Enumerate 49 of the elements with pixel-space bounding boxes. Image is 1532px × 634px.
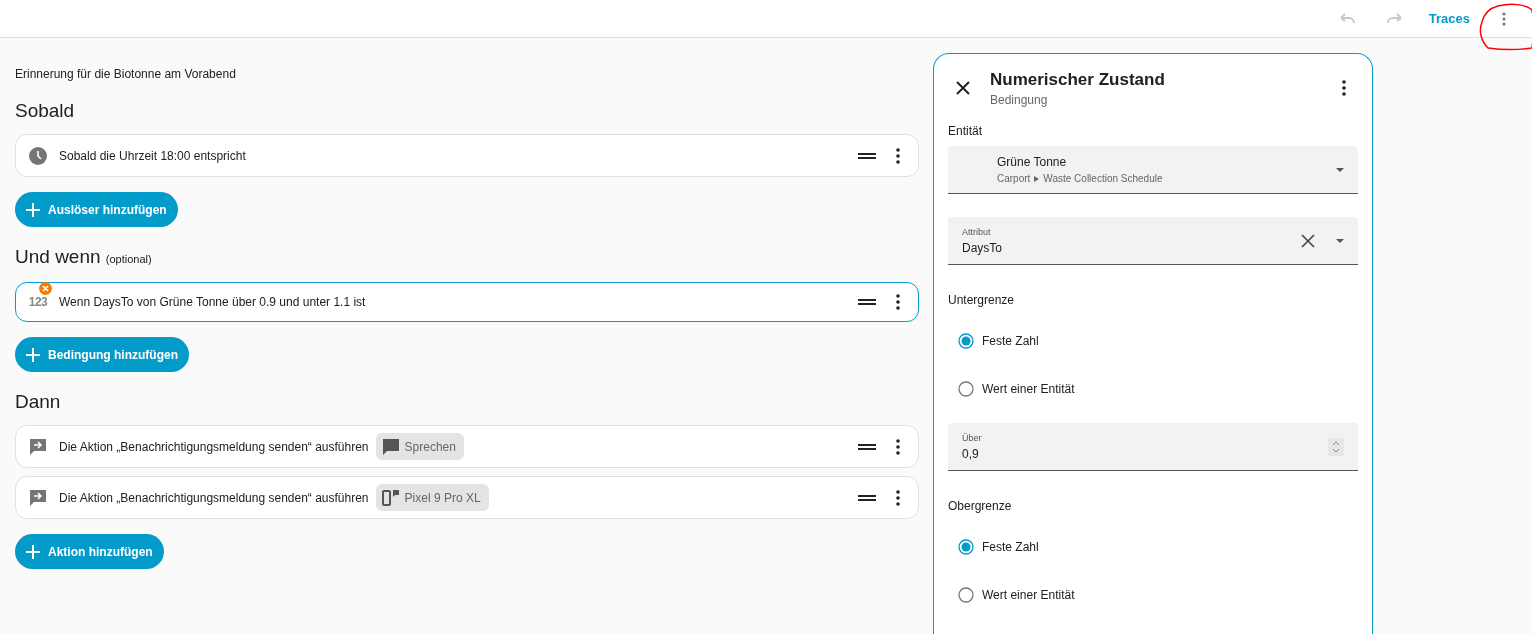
radio-option[interactable]: Feste Zahl	[948, 523, 1358, 571]
row-text: Die Aktion „Benachrichtigungsmeldung senden“ ausführen	[59, 490, 369, 505]
plus-icon	[26, 202, 40, 217]
target-chip: Pixel 9 Pro XL	[375, 484, 489, 511]
plus-icon	[26, 347, 40, 362]
clear-button[interactable]	[1300, 232, 1316, 249]
radio-option[interactable]: Feste Zahl	[948, 317, 1358, 365]
message-arrow-icon	[28, 436, 48, 457]
separator-triangle-icon	[1034, 175, 1040, 182]
clock-icon	[28, 145, 48, 166]
automation-description: Erinnerung für die Biotonne am Vorabend	[15, 67, 237, 81]
section-heading: Sobald	[15, 100, 75, 121]
panel-title: Numerischer Zustand	[990, 69, 1165, 90]
panel-subtitle: Bedingung	[990, 92, 1049, 107]
close-icon	[954, 79, 972, 97]
drag-handle-icon[interactable]	[858, 492, 876, 503]
dropdown-arrow-icon[interactable]	[1336, 166, 1344, 173]
automation-row[interactable]: Sobald die Uhrzeit 18:00 entspricht	[15, 134, 919, 177]
speech-bubble-icon	[380, 436, 401, 457]
section-label: Obergrenze	[948, 499, 1013, 513]
phone-icon	[380, 487, 401, 508]
row-text: Die Aktion „Benachrichtigungsmeldung senden“ ausführen	[59, 439, 369, 454]
drag-handle-icon[interactable]	[858, 297, 876, 307]
row-text: Sobald die Uhrzeit 18:00 entspricht	[59, 148, 246, 163]
automation-row[interactable]: Die Aktion „Benachrichtigungsmeldung senden“ ausführen Sprechen	[15, 425, 919, 468]
attribute-field[interactable]: Attribut DaysTo	[948, 217, 1358, 265]
spinner-button[interactable]	[1328, 437, 1344, 456]
more-menu-icon[interactable]	[1502, 11, 1506, 26]
close-button[interactable]	[954, 79, 972, 97]
automation-row[interactable]: 123 Wenn DaysTo von Grüne Tonne über 0.9 und unter 1.1 ist	[15, 282, 919, 322]
entity-picker[interactable]: Grüne Tonne Carport Waste Collection Schedule	[948, 146, 1358, 194]
number-field[interactable]: Über 0,9	[948, 423, 1358, 471]
radio-option[interactable]: Wert einer Entität	[948, 571, 1358, 619]
drag-handle-icon[interactable]	[858, 150, 876, 161]
optional-note: (optional)	[105, 253, 152, 265]
message-arrow-icon	[28, 487, 48, 508]
section-heading: Dann	[15, 391, 61, 412]
section-heading: Und wenn	[15, 246, 101, 267]
dropdown-arrow-icon[interactable]	[1336, 237, 1344, 244]
row-text: Wenn DaysTo von Grüne Tonne über 0.9 und unter 1.1 ist	[59, 295, 366, 309]
numeric-icon: 123	[28, 295, 48, 309]
field-label: Entität	[948, 124, 984, 138]
section-label: Untergrenze	[948, 293, 1016, 307]
plus-icon	[26, 544, 40, 559]
radio-option[interactable]: Wert einer Entität	[948, 365, 1358, 413]
target-chip: Sprechen	[375, 433, 464, 460]
automation-row[interactable]: Die Aktion „Benachrichtigungsmeldung senden“ ausführen Pixel 9 Pro XL	[15, 476, 919, 519]
drag-handle-icon[interactable]	[858, 441, 876, 452]
close-icon	[1300, 232, 1316, 249]
